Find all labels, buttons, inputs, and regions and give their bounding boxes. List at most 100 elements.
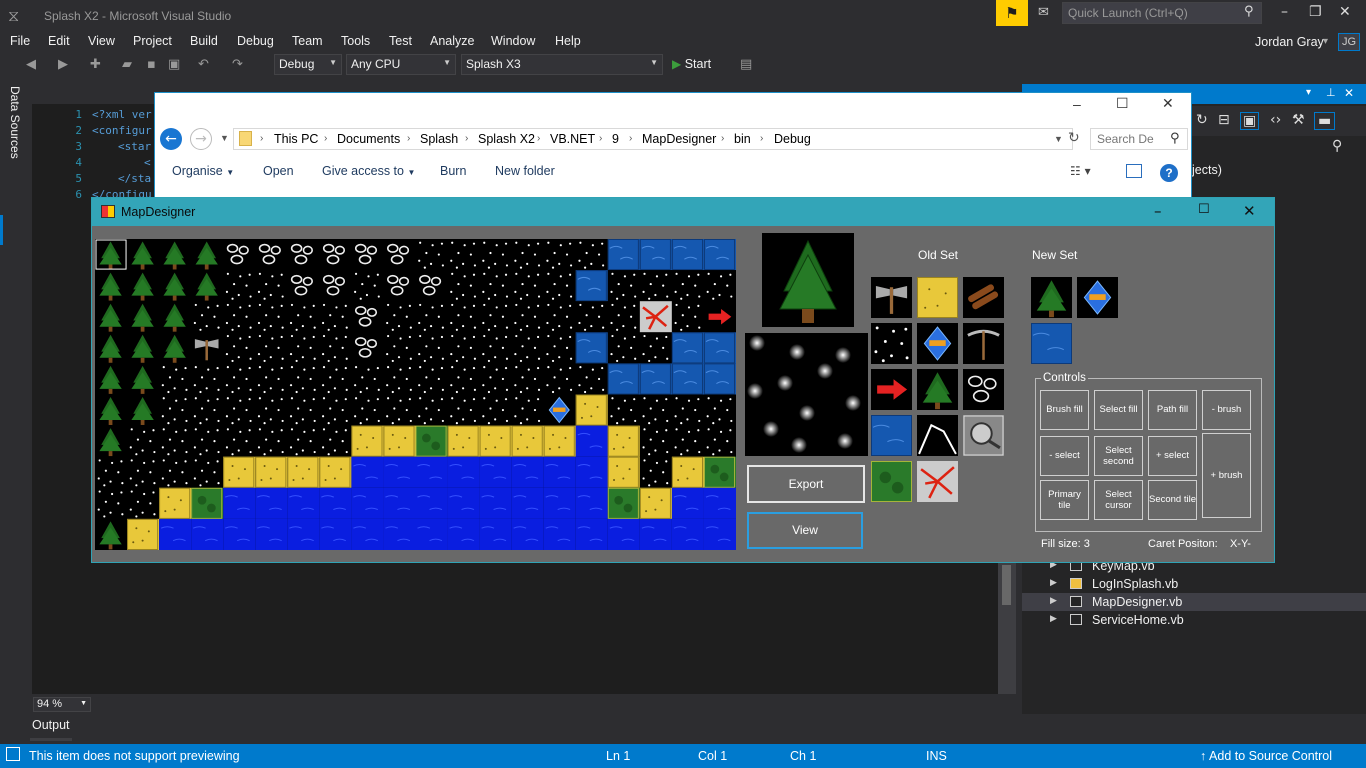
new-project-icon[interactable]: ✚ [90, 57, 101, 72]
select-fill-button[interactable]: Select fill [1094, 390, 1143, 430]
map-tile-rock[interactable] [319, 239, 352, 271]
search-icon[interactable]: ⚲ [1332, 138, 1342, 154]
map-tile-space[interactable] [543, 270, 576, 302]
map-tile-deep-water[interactable] [447, 487, 480, 519]
map-tile-space[interactable] [511, 363, 544, 395]
forward-nav-icon[interactable]: ▶ [58, 57, 68, 72]
open-file-icon[interactable]: ▰ [122, 57, 132, 72]
notification-flag-icon[interactable]: ⚑ [996, 0, 1028, 26]
map-tile-sand[interactable] [447, 425, 480, 457]
map-tile-deep-water[interactable] [415, 456, 448, 488]
map-tile-deep-water[interactable] [575, 518, 608, 550]
map-tile-space[interactable] [127, 456, 160, 488]
map-tile-space[interactable] [127, 425, 160, 457]
map-tile-deep-water[interactable] [351, 487, 384, 519]
map-tile-space[interactable] [383, 363, 416, 395]
pin-icon[interactable]: ⊥ [1326, 86, 1336, 99]
menu-view[interactable]: View [88, 34, 115, 48]
map-tile-tree[interactable] [95, 332, 128, 364]
menu-analyze[interactable]: Analyze [430, 34, 474, 48]
map-tile-space[interactable] [447, 332, 480, 364]
map-tile-space[interactable] [415, 332, 448, 364]
map-tile-space[interactable] [639, 456, 672, 488]
old-set-tree-tile[interactable] [917, 369, 958, 410]
map-tile-deep-water[interactable] [383, 487, 416, 519]
map-tile-space[interactable] [511, 394, 544, 426]
start-button[interactable]: ▶ Start [672, 57, 711, 71]
menu-build[interactable]: Build [190, 34, 218, 48]
map-tile-space[interactable] [607, 301, 640, 333]
map-tile-bush[interactable] [703, 456, 736, 488]
close-icon[interactable]: ✕ [1243, 202, 1256, 220]
map-tile-space[interactable] [159, 456, 192, 488]
map-tile-bush[interactable] [607, 487, 640, 519]
new-set-ship-tile[interactable] [1077, 277, 1118, 318]
map-tile-tree[interactable] [95, 518, 128, 550]
map-tile-space[interactable] [575, 363, 608, 395]
map-tile-space[interactable] [415, 394, 448, 426]
tree-item-servicehome[interactable]: ▶ ServiceHome.vb [1022, 611, 1366, 629]
map-tile-sand[interactable] [159, 487, 192, 519]
map-tile-space[interactable] [511, 239, 544, 271]
open-button[interactable]: Open [263, 164, 294, 178]
map-tile-bush[interactable] [191, 487, 224, 519]
maximize-icon[interactable]: ☐ [1198, 202, 1210, 217]
map-tile-arrow[interactable] [703, 301, 736, 333]
forward-arrow-icon[interactable]: → [190, 128, 212, 150]
view-button[interactable]: View [747, 512, 863, 549]
map-tile-rock[interactable] [223, 239, 256, 271]
map-tile-water[interactable] [639, 363, 672, 395]
map-tile-tree[interactable] [95, 363, 128, 395]
breadcrumb-item[interactable]: MapDesigner [642, 132, 716, 146]
map-tile-space[interactable] [159, 363, 192, 395]
breadcrumb-item[interactable]: Splash X2 [478, 132, 535, 146]
map-tile-rock[interactable] [319, 270, 352, 302]
organise-menu[interactable]: Organise ▼ [172, 164, 234, 178]
preview-icon[interactable]: ▬ [1314, 112, 1336, 130]
user-name[interactable]: Jordan Gray [1255, 35, 1324, 49]
map-tile-sand[interactable] [671, 456, 704, 488]
map-tile-deep-water[interactable] [575, 425, 608, 457]
breadcrumb-item[interactable]: Debug [774, 132, 811, 146]
map-tile-water[interactable] [703, 363, 736, 395]
map-tile-space[interactable] [671, 425, 704, 457]
map-tile-deep-water[interactable] [255, 518, 288, 550]
map-tile-deep-water[interactable] [319, 518, 352, 550]
data-sources-label[interactable]: Data Sources [8, 86, 22, 159]
map-tile-space[interactable] [639, 332, 672, 364]
map-tile-space[interactable] [223, 270, 256, 302]
map-tile-space[interactable] [671, 301, 704, 333]
map-tile-deep-water[interactable] [543, 456, 576, 488]
horizontal-scrollbar[interactable] [32, 694, 1016, 712]
map-tile-tree[interactable] [159, 270, 192, 302]
primary-tile-button[interactable]: Primary tile [1040, 480, 1089, 520]
map-tile-tree[interactable] [127, 363, 160, 395]
map-tile-rock[interactable] [383, 239, 416, 271]
map-tile-space[interactable] [351, 394, 384, 426]
old-set-arrow-tile[interactable] [871, 369, 912, 410]
map-tile-rock[interactable] [287, 270, 320, 302]
map-tile-deep-water[interactable] [447, 456, 480, 488]
map-tile-space[interactable] [415, 239, 448, 271]
map-tile-rock[interactable] [255, 239, 288, 271]
preview-pane-icon[interactable] [1126, 164, 1142, 178]
tree-item-loginsplash[interactable]: ▶ LogInSplash.vb [1022, 575, 1366, 593]
map-tile-space[interactable] [543, 239, 576, 271]
map-tile-rock[interactable] [351, 332, 384, 364]
map-tile-space[interactable] [415, 363, 448, 395]
map-tile-lava[interactable] [639, 301, 672, 333]
map-tile-space[interactable] [287, 363, 320, 395]
map-tile-space[interactable] [703, 425, 736, 457]
map-tile-deep-water[interactable] [287, 487, 320, 519]
menu-team[interactable]: Team [292, 34, 323, 48]
close-icon[interactable]: ✕ [1339, 4, 1351, 20]
back-arrow-icon[interactable]: ← [160, 128, 182, 150]
map-tile-sand[interactable] [319, 456, 352, 488]
refresh-icon[interactable]: ↻ [1068, 130, 1080, 146]
map-tile-deep-water[interactable] [607, 518, 640, 550]
map-tile-space[interactable] [351, 363, 384, 395]
map-tile-space[interactable] [543, 301, 576, 333]
map-tile-tree[interactable] [95, 301, 128, 333]
map-tile-space[interactable] [319, 363, 352, 395]
map-tile-space[interactable] [287, 394, 320, 426]
